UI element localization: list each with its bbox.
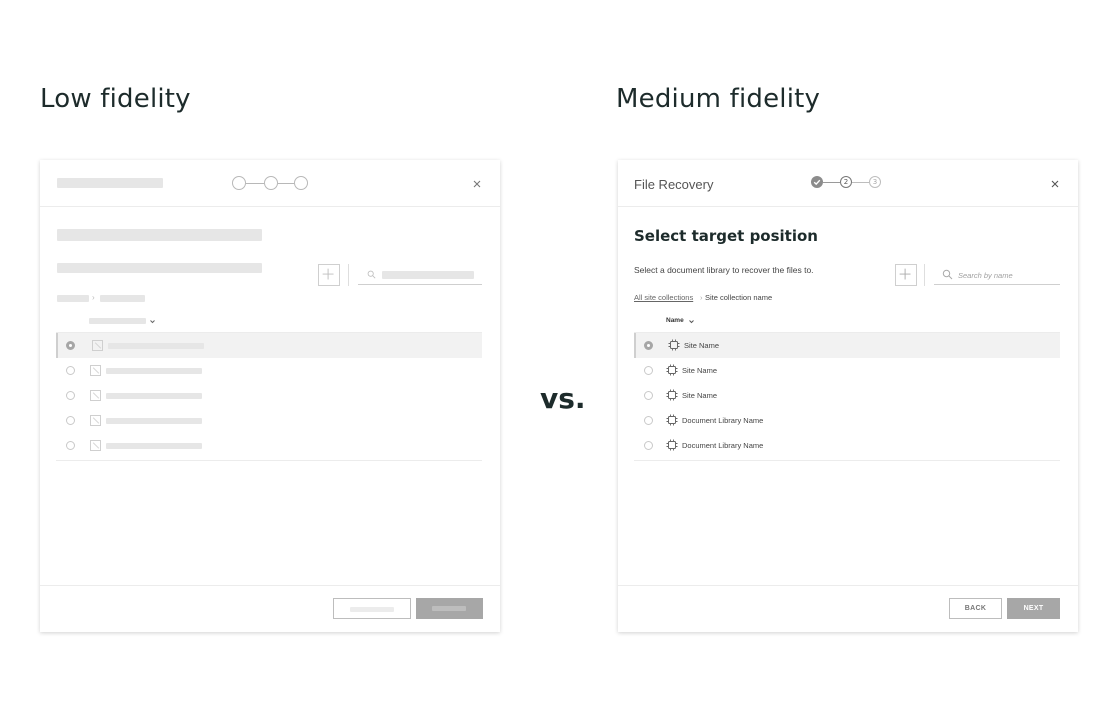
file-recovery-dialog: File Recovery 2 3 Select target position… <box>618 160 1078 632</box>
image-placeholder-icon <box>92 340 103 351</box>
row-radio[interactable] <box>66 341 75 350</box>
step-connector <box>823 182 840 183</box>
table-row[interactable]: Document Library Name <box>634 408 1060 433</box>
table-row[interactable]: Site Name <box>634 358 1060 383</box>
chevron-down-icon <box>150 320 155 324</box>
row-label-placeholder <box>106 393 202 399</box>
row-label: Document Library Name <box>682 441 764 450</box>
button-label-placeholder <box>350 607 394 612</box>
vs-label: vs. <box>540 382 586 415</box>
dialog-header: File Recovery 2 3 <box>618 160 1078 207</box>
step-1-complete[interactable] <box>811 176 823 188</box>
row-label: Site Name <box>682 366 718 375</box>
table-row[interactable]: Site Name <box>634 333 1060 358</box>
image-placeholder-icon <box>90 365 101 376</box>
row-radio[interactable] <box>66 366 75 375</box>
low-fidelity-dialog: › <box>40 160 500 632</box>
next-button-placeholder[interactable] <box>416 598 483 619</box>
step-3-upcoming[interactable]: 3 <box>869 176 881 188</box>
search-field[interactable] <box>358 266 482 285</box>
description-placeholder <box>57 263 262 273</box>
add-button[interactable] <box>895 264 917 286</box>
row-radio[interactable] <box>66 416 75 425</box>
divider <box>924 264 925 286</box>
row-radio[interactable] <box>644 341 653 350</box>
table-row[interactable] <box>56 358 482 383</box>
row-radio[interactable] <box>644 416 653 425</box>
back-button[interactable]: BACK <box>949 598 1002 619</box>
step-2[interactable] <box>264 176 278 190</box>
breadcrumb-separator: › <box>92 293 95 302</box>
step-connector <box>246 183 264 184</box>
next-button-label: NEXT <box>1023 605 1044 612</box>
breadcrumb-placeholder[interactable] <box>57 295 89 302</box>
description-text: Select a document library to recover the… <box>634 265 814 275</box>
medium-fidelity-title: Medium fidelity <box>616 84 821 114</box>
checkmark-icon <box>813 179 821 186</box>
row-radio[interactable] <box>66 391 75 400</box>
row-radio[interactable] <box>644 391 653 400</box>
search-field[interactable] <box>934 266 1060 285</box>
site-icon <box>668 339 680 351</box>
step-connector <box>278 183 294 184</box>
table-row[interactable]: Site Name <box>634 383 1060 408</box>
breadcrumb-placeholder <box>100 295 145 302</box>
search-placeholder <box>382 271 474 279</box>
back-button-placeholder[interactable] <box>333 598 411 619</box>
table-row[interactable] <box>56 408 482 433</box>
list-bottom-rule <box>634 460 1060 461</box>
divider <box>348 264 349 286</box>
close-icon[interactable] <box>1048 177 1062 191</box>
column-header-placeholder[interactable] <box>89 318 146 324</box>
next-button[interactable]: NEXT <box>1007 598 1060 619</box>
plus-icon <box>322 268 334 280</box>
row-radio[interactable] <box>644 366 653 375</box>
breadcrumb-current: Site collection name <box>705 293 773 302</box>
table-row[interactable]: Document Library Name <box>634 433 1060 458</box>
add-button[interactable] <box>318 264 340 286</box>
dialog-title: File Recovery <box>634 177 714 192</box>
step-2-current[interactable]: 2 <box>840 176 852 188</box>
site-icon <box>666 364 678 376</box>
library-icon <box>666 414 678 426</box>
row-label-placeholder <box>108 343 204 349</box>
row-label-placeholder <box>106 443 202 449</box>
table-row[interactable] <box>56 333 482 358</box>
row-label: Site Name <box>684 341 720 350</box>
step-1[interactable] <box>232 176 246 190</box>
row-radio[interactable] <box>644 441 653 450</box>
column-header-name[interactable]: Name <box>666 317 684 324</box>
search-icon <box>942 269 953 280</box>
dialog-header <box>40 160 500 207</box>
page-heading: Select target position <box>634 227 818 245</box>
site-icon <box>666 389 678 401</box>
row-label-placeholder <box>106 368 202 374</box>
row-label: Document Library Name <box>682 416 764 425</box>
low-fidelity-title: Low fidelity <box>40 84 191 114</box>
title-placeholder <box>57 178 163 188</box>
heading-placeholder <box>57 229 262 241</box>
library-icon <box>666 439 678 451</box>
search-icon <box>367 270 376 279</box>
breadcrumb-separator: › <box>700 293 703 302</box>
table-row[interactable] <box>56 383 482 408</box>
plus-icon <box>899 268 911 280</box>
breadcrumb-root-link[interactable]: All site collections <box>634 293 693 302</box>
close-icon[interactable] <box>470 177 484 191</box>
row-label: Site Name <box>682 391 718 400</box>
step-3[interactable] <box>294 176 308 190</box>
image-placeholder-icon <box>90 440 101 451</box>
list-bottom-rule <box>56 460 482 461</box>
button-label-placeholder <box>432 606 466 611</box>
step-connector <box>852 182 869 183</box>
row-label-placeholder <box>106 418 202 424</box>
row-radio[interactable] <box>66 441 75 450</box>
back-button-label: BACK <box>964 605 987 612</box>
image-placeholder-icon <box>90 390 101 401</box>
image-placeholder-icon <box>90 415 101 426</box>
table-row[interactable] <box>56 433 482 458</box>
search-input[interactable] <box>958 269 1054 282</box>
chevron-down-icon[interactable] <box>688 318 695 325</box>
